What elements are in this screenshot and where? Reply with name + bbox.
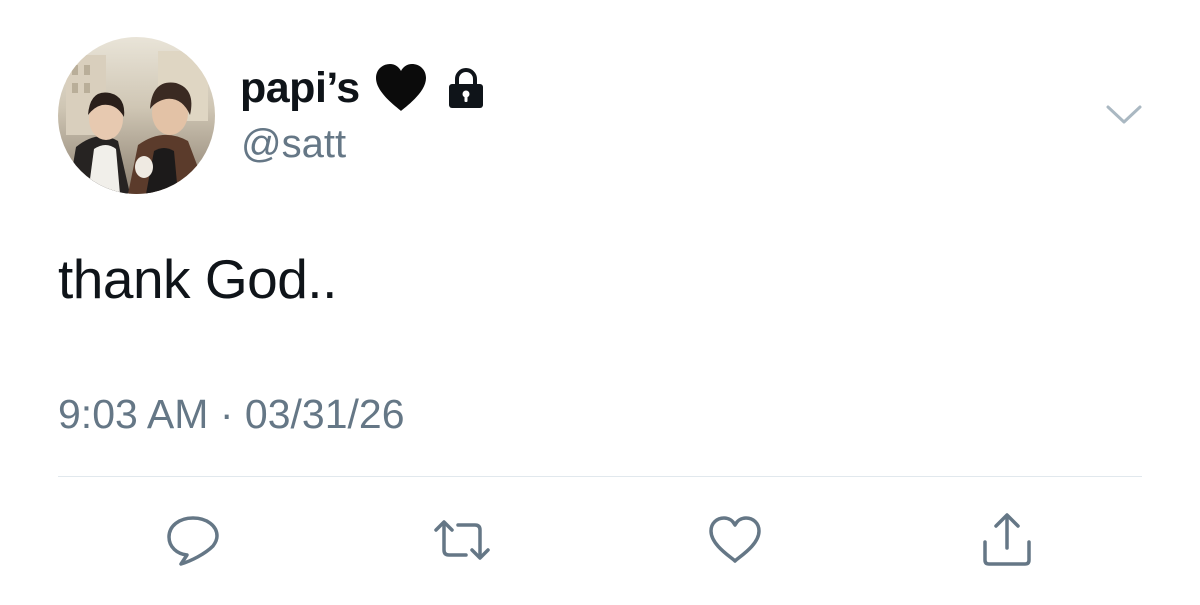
- tweet-text: thank God..: [58, 248, 337, 310]
- avatar-photo: [58, 37, 215, 194]
- reply-button[interactable]: [163, 512, 223, 568]
- timestamp-separator: ·: [219, 391, 234, 437]
- lock-icon: [444, 66, 488, 110]
- like-button[interactable]: [705, 512, 765, 568]
- retweet-arrows-icon: [432, 518, 492, 562]
- display-name[interactable]: papi’s: [240, 66, 360, 110]
- tweet-date: 03/31/26: [244, 391, 405, 437]
- comment-bubble-icon: [165, 514, 221, 566]
- black-heart-icon: [374, 63, 428, 113]
- handle[interactable]: @satt: [241, 124, 346, 164]
- display-name-row: papi’s: [240, 58, 488, 118]
- retweet-button[interactable]: [432, 512, 492, 568]
- tweet-time: 9:03 AM: [58, 391, 209, 437]
- avatar[interactable]: [58, 37, 215, 194]
- heart-outline-icon: [707, 515, 763, 565]
- chevron-down-icon[interactable]: [1105, 101, 1143, 127]
- timestamp[interactable]: 9:03 AM · 03/31/26: [58, 394, 405, 435]
- tweet-card: papi’s @satt thank God.. 9:03 AM · 03/31…: [0, 0, 1200, 605]
- share-upload-icon: [979, 512, 1035, 568]
- divider: [58, 476, 1142, 477]
- share-button[interactable]: [977, 512, 1037, 568]
